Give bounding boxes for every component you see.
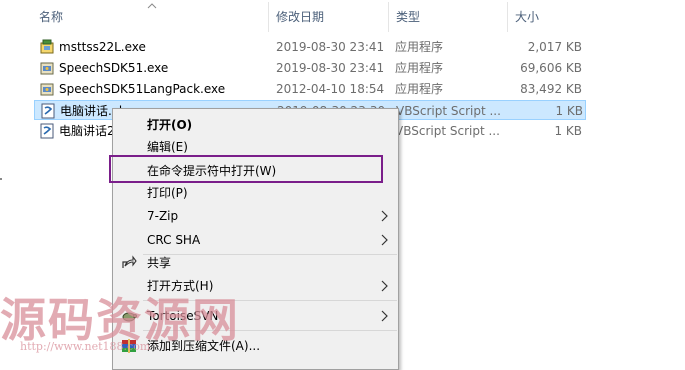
file-type: VBScript Script ... bbox=[395, 124, 500, 138]
column-type[interactable]: 类型 bbox=[396, 0, 420, 34]
menu-item-label: 7-Zip bbox=[147, 209, 179, 223]
file-date: 2019-08-30 23:41 bbox=[276, 40, 385, 54]
file-size: 2,017 KB bbox=[527, 40, 582, 54]
watermark-url: http://www.net188.com bbox=[20, 340, 151, 353]
menu-item-crc-sha[interactable]: CRC SHA bbox=[113, 229, 398, 251]
installer-icon bbox=[40, 83, 54, 96]
file-date: 2019-08-30 23:41 bbox=[276, 61, 385, 75]
highlight-annotation bbox=[109, 155, 383, 183]
column-size[interactable]: 大小 bbox=[515, 0, 539, 34]
column-divider[interactable] bbox=[388, 2, 389, 32]
sort-ascending-icon[interactable] bbox=[147, 2, 157, 10]
installer-icon bbox=[40, 62, 54, 75]
column-name[interactable]: 名称 bbox=[39, 0, 63, 34]
menu-item-print[interactable]: 打印(P) bbox=[113, 182, 398, 204]
column-divider[interactable] bbox=[507, 2, 508, 32]
file-size: 1 KB bbox=[554, 124, 582, 138]
vbscript-icon bbox=[41, 103, 55, 119]
file-type: 应用程序 bbox=[395, 40, 444, 54]
file-type: 应用程序 bbox=[395, 82, 444, 96]
vbscript-icon bbox=[40, 123, 54, 139]
chevron-right-icon bbox=[381, 280, 388, 292]
file-name: msttss22L.exe bbox=[59, 40, 146, 54]
share-icon bbox=[122, 255, 137, 268]
menu-item-label: 打印(P) bbox=[147, 186, 188, 200]
menu-item-label: 打开(O) bbox=[147, 118, 193, 132]
file-type: 应用程序 bbox=[395, 61, 444, 75]
file-row[interactable]: msttss22L.exe 2019-08-30 23:41 应用程序 2,01… bbox=[34, 37, 586, 57]
column-modified[interactable]: 修改日期 bbox=[276, 0, 324, 34]
watermark-text: 源码资源网 bbox=[0, 293, 240, 347]
column-header: 名称 修改日期 类型 大小 bbox=[0, 0, 600, 34]
file-name: SpeechSDK51LangPack.exe bbox=[59, 82, 226, 96]
menu-item-label: 共享 bbox=[147, 256, 172, 270]
file-date: 2012-04-10 18:54 bbox=[276, 82, 385, 96]
menu-item-7zip[interactable]: 7-Zip bbox=[113, 205, 398, 227]
file-row[interactable]: SpeechSDK51.exe 2019-08-30 23:41 应用程序 69… bbox=[34, 58, 586, 78]
column-divider[interactable] bbox=[268, 2, 269, 32]
file-row[interactable]: SpeechSDK51LangPack.exe 2012-04-10 18:54… bbox=[34, 79, 586, 99]
chevron-right-icon bbox=[381, 310, 388, 322]
file-size: 69,606 KB bbox=[520, 61, 582, 75]
chevron-right-icon bbox=[381, 234, 388, 246]
file-name: 电脑讲话2 bbox=[59, 124, 115, 138]
file-type: VBScript Script ... bbox=[396, 104, 501, 118]
file-size: 83,492 KB bbox=[520, 82, 582, 96]
file-size: 1 KB bbox=[555, 104, 583, 118]
installer-icon bbox=[40, 39, 54, 54]
chevron-right-icon bbox=[381, 210, 388, 222]
menu-item-share[interactable]: 共享 bbox=[113, 252, 398, 274]
divider-mark bbox=[0, 178, 2, 180]
menu-item-label: CRC SHA bbox=[147, 233, 201, 247]
menu-item-open[interactable]: 打开(O) bbox=[113, 114, 398, 136]
file-name: SpeechSDK51.exe bbox=[59, 61, 169, 75]
